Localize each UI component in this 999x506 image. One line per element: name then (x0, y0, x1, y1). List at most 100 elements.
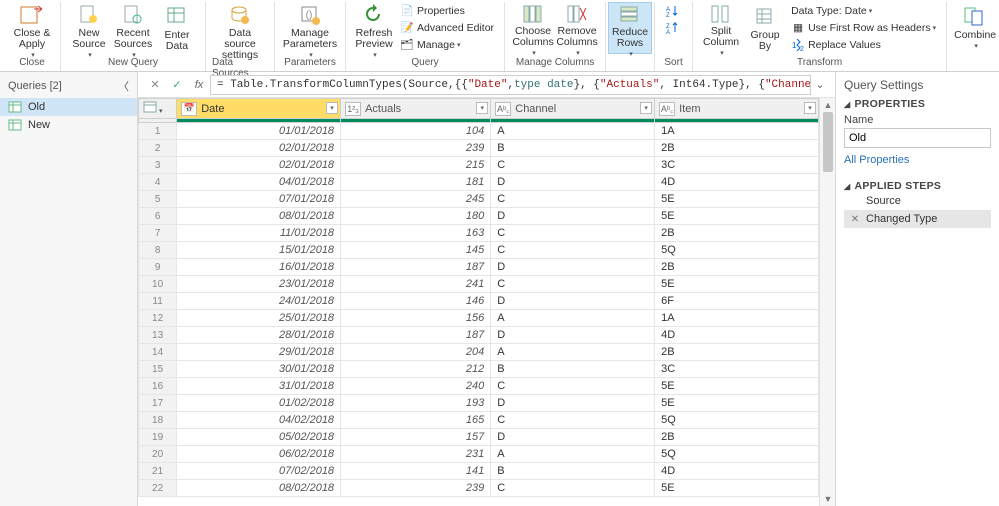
close-apply-button[interactable]: Close & Apply▾ (10, 2, 54, 54)
cell-item[interactable]: 3C (655, 157, 819, 174)
table-row[interactable]: 1328/01/2018187D4D (139, 327, 819, 344)
cell-channel[interactable]: D (491, 174, 655, 191)
cell-date[interactable]: 23/01/2018 (177, 276, 341, 293)
scroll-thumb[interactable] (823, 112, 833, 172)
cell-actuals[interactable]: 193 (341, 395, 491, 412)
cell-item[interactable]: 4D (655, 463, 819, 480)
refresh-preview-button[interactable]: Refresh Preview▾ (352, 2, 396, 54)
type-icon[interactable]: Aᵇ꜀ (495, 102, 511, 116)
cell-date[interactable]: 02/01/2018 (177, 140, 341, 157)
cell-item[interactable]: 2B (655, 225, 819, 242)
cell-actuals[interactable]: 146 (341, 293, 491, 310)
cell-channel[interactable]: C (491, 157, 655, 174)
cell-actuals[interactable]: 156 (341, 310, 491, 327)
cell-date[interactable]: 08/01/2018 (177, 208, 341, 225)
cell-date[interactable]: 04/01/2018 (177, 174, 341, 191)
cell-date[interactable]: 29/01/2018 (177, 344, 341, 361)
query-item-new[interactable]: New (0, 116, 137, 134)
cell-channel[interactable]: C (491, 242, 655, 259)
applied-step-source[interactable]: Source (844, 192, 991, 210)
cell-actuals[interactable]: 157 (341, 429, 491, 446)
cell-actuals[interactable]: 165 (341, 412, 491, 429)
column-header-channel[interactable]: Aᵇ꜀Channel▾ (491, 99, 655, 119)
table-row[interactable]: 1905/02/2018157D2B (139, 429, 819, 446)
cell-date[interactable]: 25/01/2018 (177, 310, 341, 327)
cell-channel[interactable]: D (491, 395, 655, 412)
cell-channel[interactable]: D (491, 208, 655, 225)
cell-date[interactable]: 08/02/2018 (177, 480, 341, 497)
table-row[interactable]: 1023/01/2018241C5E (139, 276, 819, 293)
sort-asc-button[interactable]: AZ (661, 2, 686, 19)
all-properties-link[interactable]: All Properties (844, 154, 909, 166)
cell-actuals[interactable]: 212 (341, 361, 491, 378)
cell-item[interactable]: 5Q (655, 412, 819, 429)
enter-data-button[interactable]: Enter Data (155, 2, 199, 54)
cell-item[interactable]: 5E (655, 480, 819, 497)
cell-date[interactable]: 01/01/2018 (177, 123, 341, 140)
properties-button[interactable]: 📄Properties (396, 2, 498, 19)
type-icon[interactable]: Aᵇ꜀ (659, 102, 675, 116)
commit-formula-button[interactable]: ✓ (166, 75, 188, 95)
remove-columns-button[interactable]: Remove Columns▾ (555, 2, 599, 54)
column-header-date[interactable]: 📅Date▾ (177, 99, 341, 119)
table-row[interactable]: 916/01/2018187D2B (139, 259, 819, 276)
split-column-button[interactable]: Split Column▾ (699, 2, 743, 54)
table-row[interactable]: 2208/02/2018239C5E (139, 480, 819, 497)
vertical-scrollbar[interactable]: ▲ ▼ (819, 98, 835, 506)
cell-item[interactable]: 4D (655, 327, 819, 344)
cell-item[interactable]: 5E (655, 395, 819, 412)
cell-actuals[interactable]: 239 (341, 480, 491, 497)
cell-channel[interactable]: C (491, 480, 655, 497)
formula-input[interactable]: = Table.TransformColumnTypes(Source,{{"D… (210, 75, 811, 95)
cell-channel[interactable]: D (491, 327, 655, 344)
cell-item[interactable]: 4D (655, 174, 819, 191)
table-row[interactable]: 1631/01/2018240C5E (139, 378, 819, 395)
collapse-icon[interactable]: 〈 (118, 78, 129, 94)
reduce-rows-button[interactable]: Reduce Rows▾ (608, 2, 652, 54)
cell-actuals[interactable]: 187 (341, 327, 491, 344)
table-row[interactable]: 404/01/2018181D4D (139, 174, 819, 191)
cell-channel[interactable]: A (491, 310, 655, 327)
corner-header[interactable]: ▾ (139, 99, 177, 119)
column-header-item[interactable]: Aᵇ꜀Item▾ (655, 99, 819, 119)
column-menu-icon[interactable]: ▾ (804, 102, 816, 114)
cell-channel[interactable]: B (491, 361, 655, 378)
table-row[interactable]: 1530/01/2018212B3C (139, 361, 819, 378)
applied-step-changed-type[interactable]: ✕Changed Type (844, 210, 991, 228)
manage-button[interactable]: 🗂Manage▾ (396, 36, 498, 53)
cell-item[interactable]: 5E (655, 208, 819, 225)
table-row[interactable]: 1124/01/2018146D6F (139, 293, 819, 310)
table-row[interactable]: 507/01/2018245C5E (139, 191, 819, 208)
data-source-settings-button[interactable]: Data source settings (212, 2, 268, 54)
column-menu-icon[interactable]: ▾ (476, 102, 488, 114)
manage-parameters-button[interactable]: () Manage Parameters▾ (281, 2, 339, 54)
cell-item[interactable]: 5E (655, 276, 819, 293)
table-row[interactable]: 2107/02/2018141B4D (139, 463, 819, 480)
cell-item[interactable]: 6F (655, 293, 819, 310)
cell-date[interactable]: 06/02/2018 (177, 446, 341, 463)
cancel-formula-button[interactable]: ✕ (144, 75, 166, 95)
cell-date[interactable]: 05/02/2018 (177, 429, 341, 446)
replace-values-button[interactable]: 12Replace Values (787, 36, 940, 53)
table-row[interactable]: 1701/02/2018193D5E (139, 395, 819, 412)
cell-channel[interactable]: D (491, 259, 655, 276)
cell-item[interactable]: 3C (655, 361, 819, 378)
cell-channel[interactable]: A (491, 344, 655, 361)
table-row[interactable]: 1225/01/2018156A1A (139, 310, 819, 327)
query-name-input[interactable] (844, 128, 991, 148)
table-row[interactable]: 202/01/2018239B2B (139, 140, 819, 157)
choose-columns-button[interactable]: Choose Columns▾ (511, 2, 555, 54)
sort-desc-button[interactable]: ZA (661, 19, 686, 36)
cell-date[interactable]: 15/01/2018 (177, 242, 341, 259)
cell-date[interactable]: 31/01/2018 (177, 378, 341, 395)
advanced-editor-button[interactable]: 📝Advanced Editor (396, 19, 498, 36)
table-row[interactable]: 2006/02/2018231A5Q (139, 446, 819, 463)
cell-actuals[interactable]: 181 (341, 174, 491, 191)
cell-item[interactable]: 5Q (655, 242, 819, 259)
table-row[interactable]: 608/01/2018180D5E (139, 208, 819, 225)
column-menu-icon[interactable]: ▾ (326, 102, 338, 114)
cell-item[interactable]: 2B (655, 429, 819, 446)
column-menu-icon[interactable]: ▾ (640, 102, 652, 114)
group-by-button[interactable]: Group By (743, 2, 787, 54)
cell-channel[interactable]: C (491, 378, 655, 395)
